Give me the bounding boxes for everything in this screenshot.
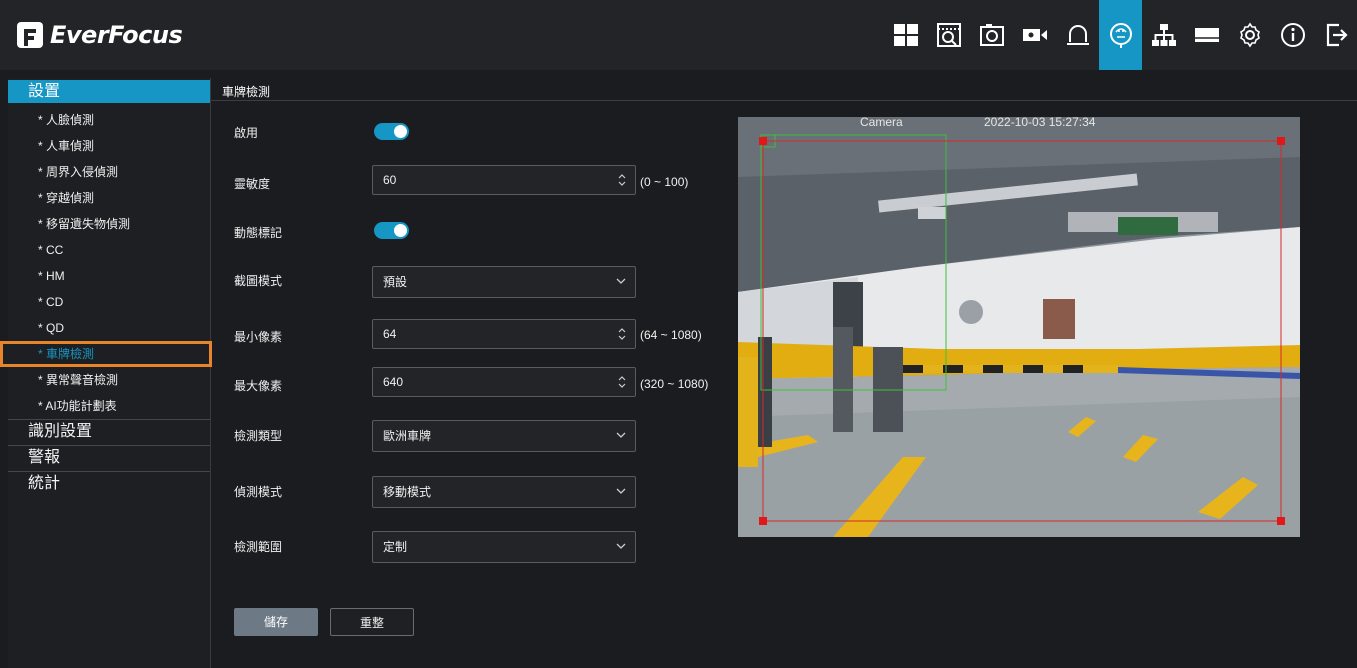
spinner-icon[interactable] (617, 374, 627, 390)
settings-sidebar: 設置 * 人臉偵測 * 人車偵測 * 周界入侵偵測 * 穿越偵測 * 移留遺失物… (0, 78, 212, 668)
min-pixel-range: (64 ~ 1080) (640, 328, 702, 342)
sidebar-item-intrusion[interactable]: * 周界入侵偵測 (8, 159, 210, 185)
max-pixel-label: 最大像素 (234, 379, 283, 393)
chevron-down-icon (616, 432, 626, 438)
max-pixel-value: 640 (383, 375, 404, 389)
min-pixel-label: 最小像素 (234, 330, 283, 344)
sidebar-item-human-vehicle[interactable]: * 人車偵測 (8, 133, 210, 159)
top-bar: EverFocus (0, 0, 1357, 70)
alarm-icon[interactable] (1056, 0, 1099, 70)
brand-logo: EverFocus (16, 18, 183, 52)
sensitivity-value: 60 (383, 173, 397, 187)
page-title: 車牌檢測 (222, 85, 271, 99)
layout-icon[interactable] (884, 0, 927, 70)
min-pixel-input[interactable]: 64 (372, 319, 636, 349)
chevron-down-icon (616, 488, 626, 494)
crop-mode-value: 預設 (383, 275, 408, 289)
sidebar-section-recognition[interactable]: 識別設置 (8, 419, 210, 445)
storage-icon[interactable] (1185, 0, 1228, 70)
enable-toggle[interactable] (374, 123, 409, 140)
min-pixel-value: 64 (383, 327, 397, 341)
sidebar-item-line-crossing[interactable]: * 穿越偵測 (8, 185, 210, 211)
sidebar-item-sound-anomaly[interactable]: * 異常聲音檢測 (8, 367, 210, 393)
chevron-down-icon (616, 543, 626, 549)
info-icon[interactable] (1271, 0, 1314, 70)
dynamic-mark-toggle[interactable] (374, 222, 409, 239)
enable-label: 啟用 (234, 126, 259, 140)
playback-icon[interactable] (927, 0, 970, 70)
save-button[interactable]: 儲存 (234, 608, 318, 636)
max-pixel-input[interactable]: 640 (372, 367, 636, 397)
everfocus-logo-icon (17, 22, 43, 48)
sidebar-item-lpr[interactable]: * 車牌檢測 (0, 341, 212, 367)
camera-preview[interactable]: Camera 2022-10-03 15:27:34 (738, 117, 1300, 537)
detect-type-value: 歐洲車牌 (383, 429, 432, 443)
max-pixel-range: (320 ~ 1080) (640, 377, 709, 391)
logout-icon[interactable] (1314, 0, 1357, 70)
detect-range-value: 定制 (383, 540, 408, 554)
record-icon[interactable] (1013, 0, 1056, 70)
snapshot-icon[interactable] (970, 0, 1013, 70)
sidebar-item-object-left-missing[interactable]: * 移留遺失物偵測 (8, 211, 210, 237)
detect-mode-value: 移動模式 (383, 485, 432, 499)
sidebar-item-face-detection[interactable]: * 人臉偵測 (8, 107, 210, 133)
dynamic-mark-label: 動態標記 (234, 226, 283, 240)
chevron-down-icon (616, 278, 626, 284)
top-nav (884, 0, 1357, 70)
sidebar-item-ai-schedule[interactable]: * AI功能計劃表 (8, 393, 210, 419)
network-icon[interactable] (1142, 0, 1185, 70)
sidebar-section-alarm[interactable]: 警報 (8, 445, 210, 471)
sensitivity-label: 靈敏度 (234, 177, 271, 191)
sidebar-item-qd[interactable]: * QD (8, 315, 210, 341)
sidebar-item-cd[interactable]: * CD (8, 289, 210, 315)
spinner-icon[interactable] (617, 172, 627, 188)
brand-name: EverFocus (50, 21, 183, 49)
sensitivity-input[interactable]: 60 (372, 165, 636, 195)
sensitivity-range: (0 ~ 100) (640, 175, 689, 189)
camera-scene: Camera 2022-10-03 15:27:34 (738, 117, 1300, 537)
sidebar-item-hm[interactable]: * HM (8, 263, 210, 289)
crop-mode-select[interactable]: 預設 (372, 266, 636, 298)
detect-type-select[interactable]: 歐洲車牌 (372, 420, 636, 452)
ai-icon[interactable] (1099, 0, 1142, 70)
detect-range-label: 檢測範圍 (234, 540, 283, 554)
detect-range-select[interactable]: 定制 (372, 531, 636, 563)
settings-icon[interactable] (1228, 0, 1271, 70)
crop-mode-label: 截圖模式 (234, 274, 283, 288)
detect-mode-label: 偵測模式 (234, 485, 283, 499)
detect-type-label: 檢測類型 (234, 429, 283, 443)
panel-title-bar: 車牌檢測 (210, 78, 1357, 101)
sidebar-item-cc[interactable]: * CC (8, 237, 210, 263)
sidebar-header[interactable]: 設置 (8, 80, 210, 103)
sidebar-section-statistics[interactable]: 統計 (8, 471, 210, 497)
spinner-icon[interactable] (617, 326, 627, 342)
osd-title: Camera (860, 117, 903, 129)
osd-timestamp: 2022-10-03 15:27:34 (984, 117, 1096, 129)
detect-mode-select[interactable]: 移動模式 (372, 476, 636, 508)
reset-button[interactable]: 重整 (330, 608, 414, 636)
